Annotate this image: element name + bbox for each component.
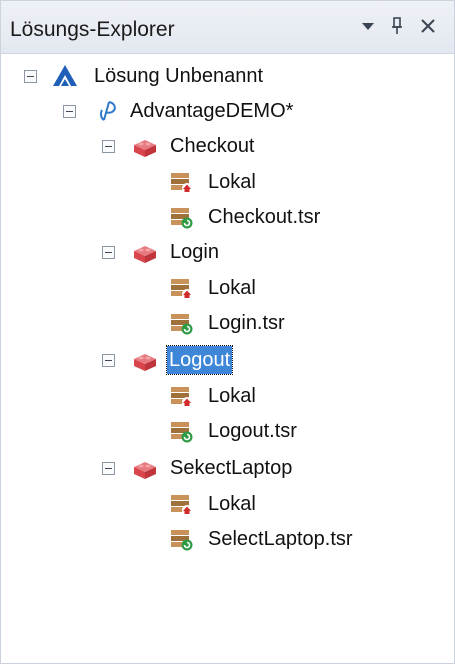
tree-node-repository-file[interactable]: Logout.tsr bbox=[0, 414, 453, 448]
collapse-toggle[interactable] bbox=[102, 140, 115, 153]
tree-node-project[interactable]: AdvantageDEMO* bbox=[0, 94, 453, 128]
tree-node-repository[interactable]: Lokal bbox=[0, 271, 453, 305]
test-icon bbox=[132, 239, 158, 265]
dropdown-icon[interactable] bbox=[357, 15, 379, 37]
tree-node-label: Checkout.tsr bbox=[208, 206, 321, 228]
collapse-toggle[interactable] bbox=[102, 462, 115, 475]
tree-node-label: Lösung Unbenannt bbox=[94, 65, 264, 87]
shared-repository-icon bbox=[168, 418, 194, 444]
tree-node-label-selected: Logout bbox=[165, 345, 234, 375]
local-repository-icon bbox=[168, 383, 194, 409]
project-icon bbox=[95, 98, 121, 124]
shared-repository-icon bbox=[168, 204, 194, 230]
test-icon bbox=[132, 133, 158, 159]
tree-node-label: Lokal bbox=[208, 385, 256, 407]
test-icon bbox=[132, 455, 158, 481]
collapse-toggle[interactable] bbox=[102, 246, 115, 259]
tree-node-label: Lokal bbox=[208, 171, 256, 193]
tree-node-test[interactable]: Checkout bbox=[0, 129, 453, 163]
tree-node-test[interactable]: Login bbox=[0, 235, 453, 269]
local-repository-icon bbox=[168, 491, 194, 517]
tree-node-label: Lokal bbox=[208, 277, 256, 299]
tree-node-label: SelectLaptop.tsr bbox=[208, 528, 353, 550]
tree-node-label: SekectLaptop bbox=[170, 457, 293, 479]
tree-node-label: Logout.tsr bbox=[208, 420, 297, 442]
tree-node-repository[interactable]: Lokal bbox=[0, 379, 453, 413]
tree-node-repository-file[interactable]: SelectLaptop.tsr bbox=[0, 522, 453, 556]
tree-node-repository[interactable]: Lokal bbox=[0, 487, 453, 521]
tree-node-solution[interactable]: Lösung Unbenannt bbox=[0, 59, 453, 93]
panel-titlebar: Lösungs-Explorer bbox=[1, 1, 454, 54]
tree-node-test[interactable]: SekectLaptop bbox=[0, 451, 453, 485]
tree-node-test[interactable]: Logout bbox=[0, 343, 453, 377]
shared-repository-icon bbox=[168, 310, 194, 336]
tree-node-label: Checkout bbox=[170, 135, 255, 157]
tree-node-label: Login.tsr bbox=[208, 312, 285, 334]
solution-icon bbox=[52, 63, 78, 89]
local-repository-icon bbox=[168, 275, 194, 301]
tree-node-repository-file[interactable]: Checkout.tsr bbox=[0, 200, 453, 234]
tree-node-repository[interactable]: Lokal bbox=[0, 165, 453, 199]
pin-icon[interactable] bbox=[386, 15, 408, 37]
local-repository-icon bbox=[168, 169, 194, 195]
shared-repository-icon bbox=[168, 526, 194, 552]
close-icon[interactable] bbox=[417, 15, 439, 37]
tree-node-label: Lokal bbox=[208, 493, 256, 515]
panel-title: Lösungs-Explorer bbox=[10, 18, 175, 41]
tree-node-label: Login bbox=[170, 241, 219, 263]
tree-node-repository-file[interactable]: Login.tsr bbox=[0, 306, 453, 340]
collapse-toggle[interactable] bbox=[63, 105, 76, 118]
test-icon bbox=[132, 347, 158, 373]
tree-node-label: AdvantageDEMO* bbox=[130, 100, 294, 122]
collapse-toggle[interactable] bbox=[24, 70, 37, 83]
collapse-toggle[interactable] bbox=[102, 354, 115, 367]
